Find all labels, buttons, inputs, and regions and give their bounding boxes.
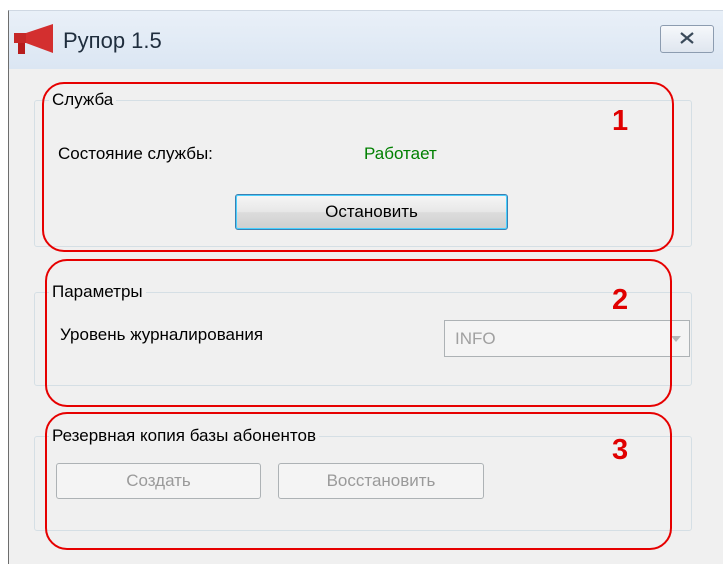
close-button[interactable] <box>660 25 714 53</box>
annotation-number-2: 2 <box>612 284 629 316</box>
close-icon <box>680 32 694 44</box>
window-title: Рупор 1.5 <box>63 28 162 53</box>
megaphone-icon <box>13 23 57 55</box>
title-bar[interactable]: Рупор 1.5 <box>9 11 723 69</box>
annotation-ring-3 <box>45 412 672 550</box>
chevron-down-icon <box>671 336 681 342</box>
annotation-ring-1 <box>42 82 674 252</box>
annotation-number-3: 3 <box>612 434 629 466</box>
annotation-ring-2 <box>45 259 672 407</box>
annotation-number-1: 1 <box>612 105 629 137</box>
